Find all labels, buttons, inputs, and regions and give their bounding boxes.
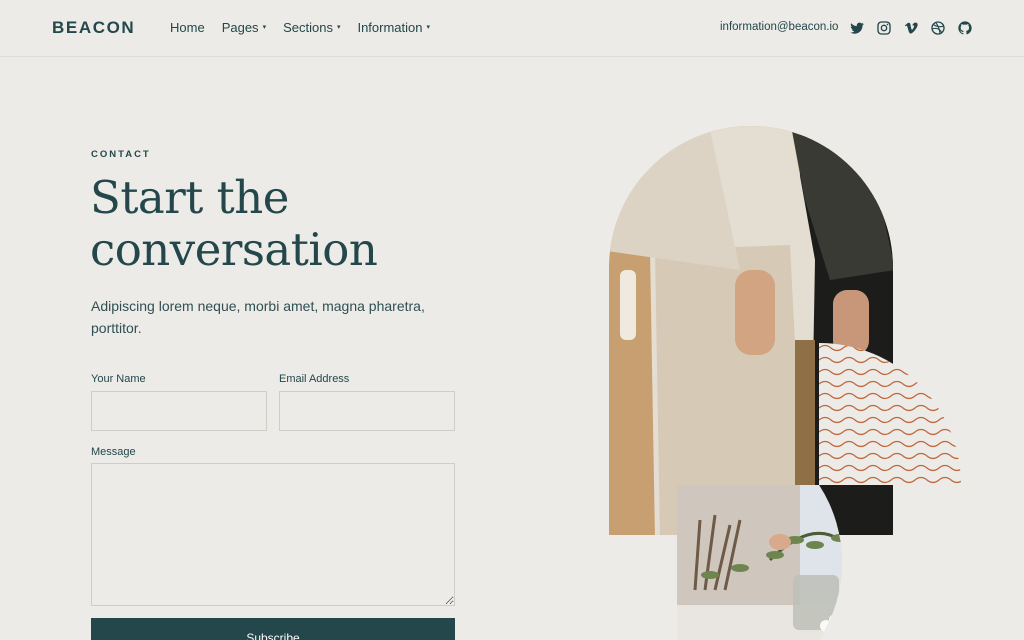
nav-item-information[interactable]: Information ▾ bbox=[357, 20, 430, 35]
chevron-down-icon: ▾ bbox=[336, 24, 341, 31]
social-links bbox=[849, 20, 973, 36]
page-title: Start the conversation bbox=[90, 171, 378, 276]
flowers-photo bbox=[677, 485, 843, 640]
main-nav: Home Pages ▾ Sections ▾ Information ▾ bbox=[170, 20, 430, 35]
nav-item-sections[interactable]: Sections ▾ bbox=[283, 20, 340, 35]
lead-paragraph: Adipiscing lorem neque, morbi amet, magn… bbox=[91, 298, 425, 336]
name-field[interactable] bbox=[91, 391, 267, 431]
nav-label: Home bbox=[170, 20, 205, 35]
twitter-icon[interactable] bbox=[849, 20, 865, 36]
message-label: Message bbox=[91, 446, 136, 458]
github-icon[interactable] bbox=[957, 20, 973, 36]
brand-logo[interactable]: BEACON bbox=[52, 18, 135, 38]
site-header: BEACON Home Pages ▾ Sections ▾ Informati… bbox=[0, 0, 1024, 57]
subscribe-button[interactable]: Subscribe bbox=[91, 618, 455, 640]
nav-label: Sections bbox=[283, 20, 333, 35]
name-label: Your Name bbox=[91, 373, 146, 385]
nav-item-pages[interactable]: Pages ▾ bbox=[222, 20, 266, 35]
hero-artwork bbox=[609, 126, 961, 640]
wave-pattern bbox=[819, 343, 961, 485]
nav-item-home[interactable]: Home bbox=[170, 20, 205, 35]
section-eyebrow: CONTACT bbox=[91, 149, 151, 160]
chevron-down-icon: ▾ bbox=[426, 24, 431, 31]
chevron-down-icon: ▾ bbox=[262, 24, 267, 31]
contact-email-link[interactable]: information@beacon.io bbox=[720, 21, 838, 33]
vimeo-icon[interactable] bbox=[903, 20, 919, 36]
message-field[interactable] bbox=[91, 463, 455, 606]
nav-label: Information bbox=[357, 20, 423, 35]
email-label: Email Address bbox=[279, 373, 350, 385]
email-field[interactable] bbox=[279, 391, 455, 431]
dribbble-icon[interactable] bbox=[930, 20, 946, 36]
instagram-icon[interactable] bbox=[876, 20, 892, 36]
nav-label: Pages bbox=[221, 20, 259, 35]
